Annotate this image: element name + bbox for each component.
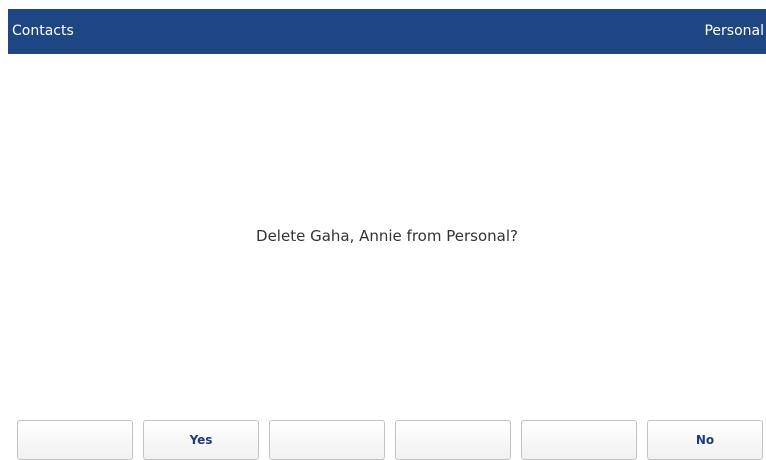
softkey-1[interactable] — [17, 420, 133, 460]
softkey-bar: Yes No — [0, 420, 766, 460]
phone-screen: Contacts Personal Delete Gaha, Annie fro… — [0, 0, 766, 460]
softkey-5[interactable] — [521, 420, 637, 460]
no-button[interactable]: No — [647, 420, 763, 460]
confirm-delete-message: Delete Gaha, Annie from Personal? — [256, 227, 518, 245]
softkey-4[interactable] — [395, 420, 511, 460]
yes-button[interactable]: Yes — [143, 420, 259, 460]
screen-title: Contacts — [12, 23, 74, 39]
softkey-3[interactable] — [269, 420, 385, 460]
title-bar: Contacts Personal — [8, 9, 766, 54]
directory-name: Personal — [704, 23, 764, 39]
